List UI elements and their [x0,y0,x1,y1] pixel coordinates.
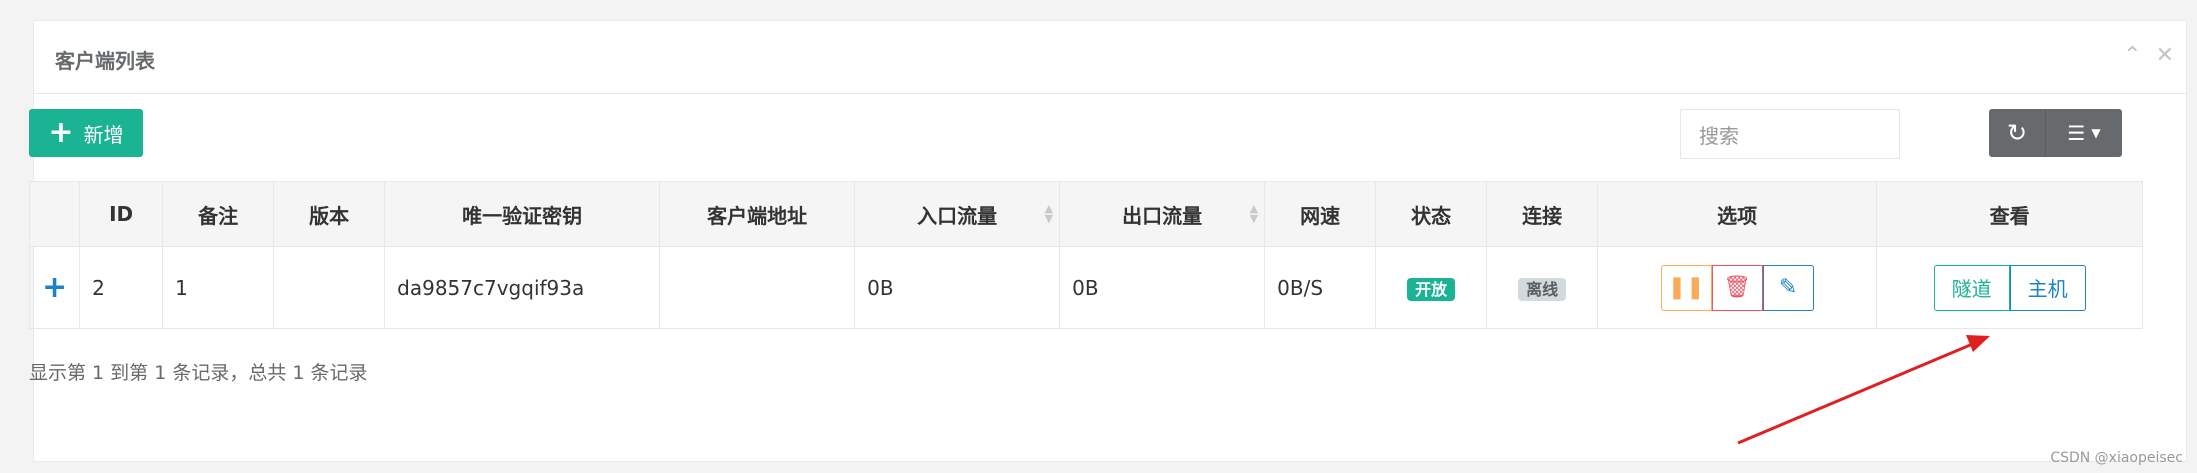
watermark: CSDN @xiaopeisec [2050,450,2183,466]
annotation-arrow [1737,335,1990,445]
